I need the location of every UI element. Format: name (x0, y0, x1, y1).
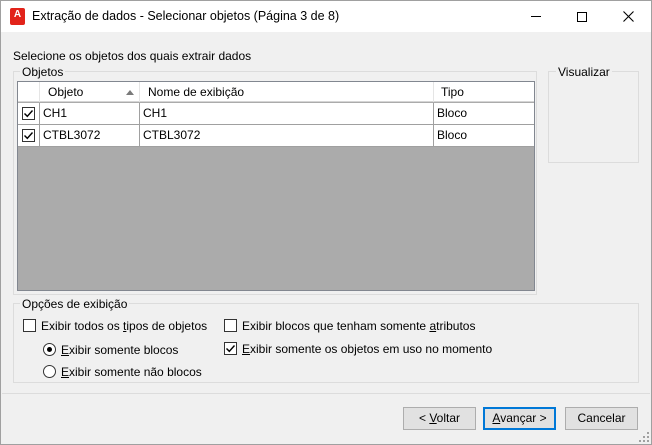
table-row[interactable]: CTBL3072 CTBL3072 Bloco (18, 125, 534, 147)
table-row[interactable]: CH1 CH1 Bloco (18, 103, 534, 125)
checkmark-icon (24, 110, 34, 118)
column-header-objeto[interactable]: Objeto (40, 82, 140, 102)
cell-display-name[interactable]: CTBL3072 (140, 125, 434, 146)
sort-ascending-icon (126, 90, 134, 95)
objects-grid[interactable]: Objeto Nome de exibição Tipo CH1 CH1 Blo… (17, 81, 535, 291)
autocad-app-icon: A (10, 8, 25, 25)
column-header-nome-label: Nome de exibição (148, 85, 245, 99)
row-checkbox[interactable] (22, 107, 35, 120)
radio-button[interactable] (43, 343, 56, 356)
next-button[interactable]: Avançar > (483, 407, 556, 430)
preview-groupbox (548, 71, 639, 163)
cell-object: CH1 (40, 103, 140, 124)
checkbox-box[interactable] (23, 319, 36, 332)
objects-in-use-label: Exibir somente os objetos em uso no mome… (242, 342, 493, 356)
cell-display-name[interactable]: CH1 (140, 103, 434, 124)
row-check-cell (18, 103, 40, 124)
objects-group-label: Objetos (20, 65, 66, 79)
blocks-with-attributes-label: Exibir blocos que tenham somente atribut… (242, 319, 476, 333)
column-header-objeto-label: Objeto (48, 85, 84, 99)
non-blocks-only-label: Exibir somente não blocos (61, 365, 202, 379)
close-icon (622, 11, 634, 22)
cell-object: CTBL3072 (40, 125, 140, 146)
cell-type: Bloco (437, 128, 468, 142)
checkbox-box[interactable] (224, 342, 237, 355)
column-header-tipo-label: Tipo (441, 85, 464, 99)
minimize-icon (531, 16, 541, 17)
header-check-column (18, 82, 40, 102)
display-options-label: Opções de exibição (20, 297, 130, 311)
radio-button[interactable] (43, 365, 56, 378)
maximize-button[interactable] (559, 1, 605, 32)
title-bar: A Extração de dados - Selecionar objetos… (1, 1, 651, 32)
resize-grip-icon[interactable] (639, 432, 649, 442)
maximize-icon (577, 11, 587, 22)
cancel-button[interactable]: Cancelar (565, 407, 638, 430)
checkmark-icon (226, 345, 236, 353)
dialog-window: A Extração de dados - Selecionar objetos… (0, 0, 652, 445)
minimize-button[interactable] (513, 1, 559, 32)
cell-type: Bloco (437, 106, 468, 120)
window-title: Extração de dados - Selecionar objetos (… (32, 9, 340, 23)
preview-group-label: Visualizar (556, 65, 612, 79)
checkbox-box[interactable] (224, 319, 237, 332)
show-all-types-label: Exibir todos os tipos de objetos (41, 319, 208, 333)
radio-selected-dot (47, 347, 52, 352)
button-separator (2, 393, 650, 394)
column-header-nome-de-exibicao[interactable]: Nome de exibição (140, 82, 434, 102)
back-button[interactable]: < Voltar (403, 407, 476, 430)
column-header-tipo[interactable]: Tipo (434, 82, 534, 102)
grid-header: Objeto Nome de exibição Tipo (18, 82, 534, 102)
blocks-only-label: Exibir somente blocos (61, 343, 179, 357)
row-check-cell (18, 125, 40, 146)
app-icon-letter: A (13, 9, 22, 20)
row-checkbox[interactable] (22, 129, 35, 142)
checkmark-icon (24, 132, 34, 140)
close-button[interactable] (605, 1, 651, 32)
instruction-text: Selecione os objetos dos quais extrair d… (13, 49, 252, 63)
